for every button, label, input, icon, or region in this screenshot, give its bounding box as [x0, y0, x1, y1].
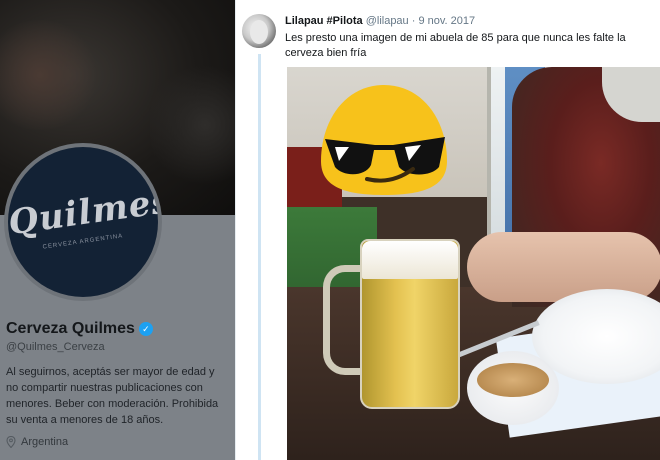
tweet-header: Lilapau #Pilota @lilapau · 9 nov. 2017	[285, 15, 475, 27]
tweet-separator: ·	[411, 15, 416, 27]
thread-line	[258, 54, 261, 460]
profile-avatar[interactable]: Quilmes CERVEZA ARGENTINA	[4, 143, 162, 301]
location-text: Argentina	[21, 436, 69, 448]
tweet-text: Les presto una imagen de mi abuela de 85…	[285, 32, 626, 59]
tweet-author-avatar[interactable]	[242, 14, 276, 48]
tweet-author-handle[interactable]: @lilapau	[366, 15, 409, 27]
verified-badge-icon: ✓	[138, 322, 153, 336]
sunglasses-emoji-icon	[321, 85, 447, 195]
profile-bio: Al seguirnos, aceptás ser mayor de edad …	[6, 366, 219, 426]
tweet-photo[interactable]	[287, 67, 660, 460]
profile-name-text[interactable]: Cerveza Quilmes	[6, 320, 135, 338]
tweet-date[interactable]: 9 nov. 2017	[418, 15, 475, 27]
map-pin-icon	[6, 436, 16, 448]
profile-name[interactable]: Cerveza Quilmes ✓	[6, 320, 153, 338]
tweet-author-name[interactable]: Lilapau #Pilota	[285, 15, 363, 27]
profile-handle[interactable]: @Quilmes_Cerveza	[6, 341, 105, 353]
profile-card: Quilmes CERVEZA ARGENTINA Cerveza Quilme…	[0, 0, 235, 460]
profile-location: Argentina	[6, 436, 68, 448]
